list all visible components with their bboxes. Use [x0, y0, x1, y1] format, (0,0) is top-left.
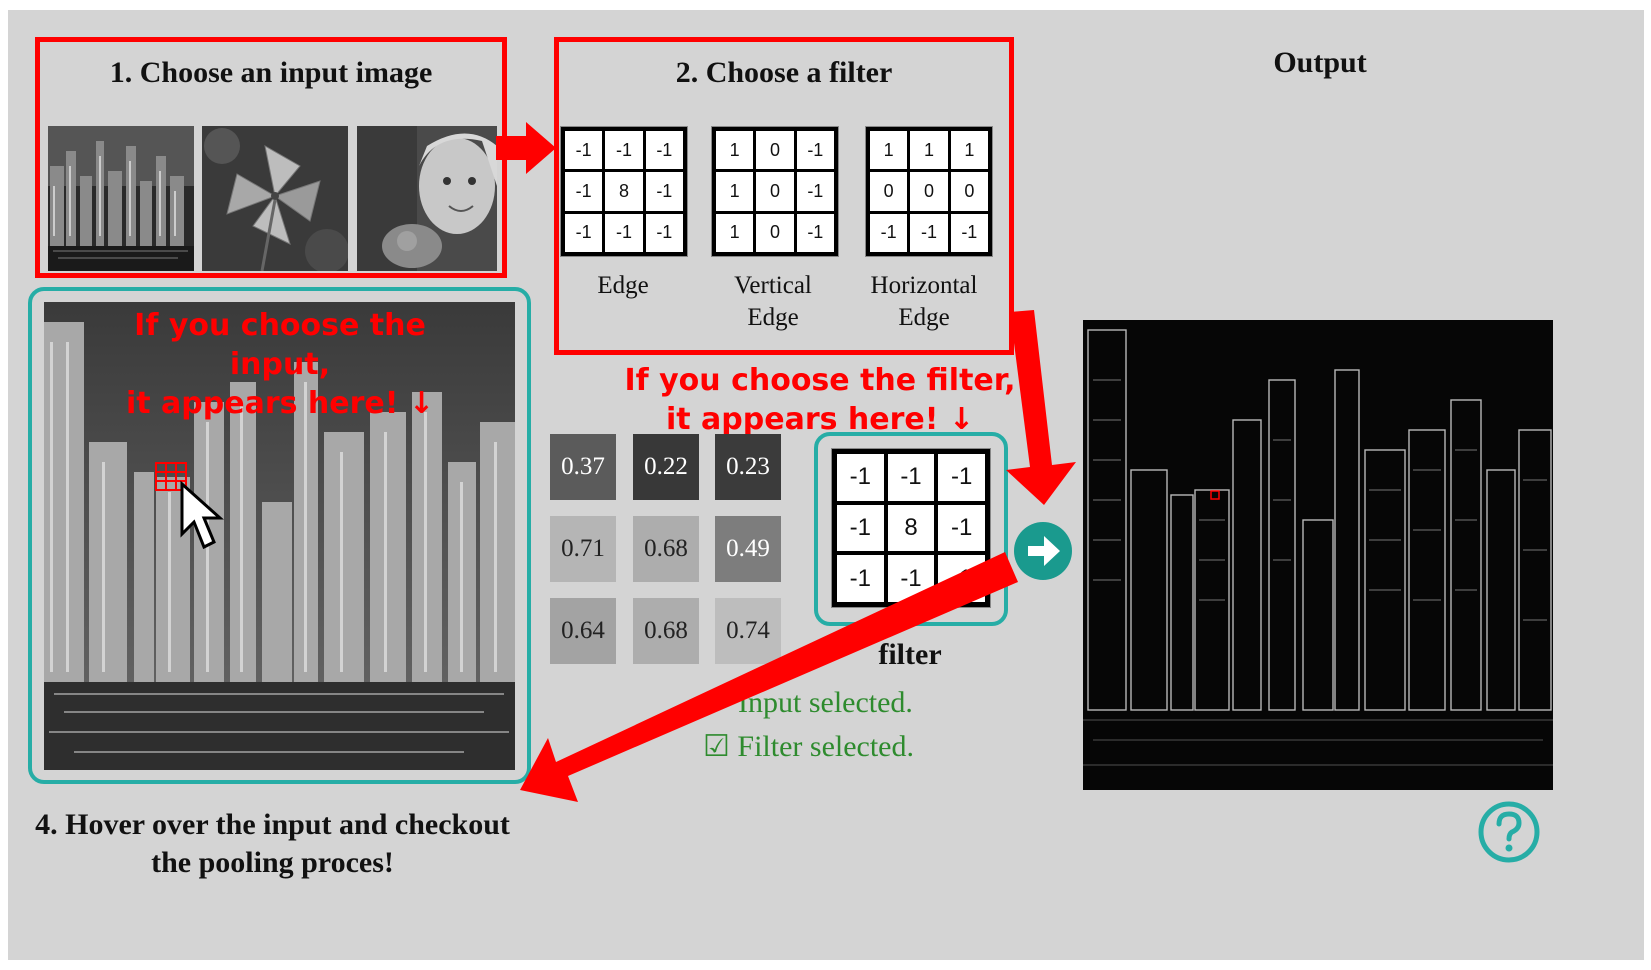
kernel-cell: 0: [756, 172, 794, 211]
kernel-cell: -1: [870, 213, 908, 252]
edge-output-icon: [1083, 320, 1553, 790]
question-mark-icon: [1478, 801, 1540, 863]
step1-title: 1. Choose an input image: [109, 56, 433, 89]
kernel-cell: 8: [605, 172, 643, 211]
filter-vertical-edge-button[interactable]: 1 0 -1 1 0 -1 1 0 -1: [711, 126, 839, 257]
kernel-cell: 0: [756, 131, 794, 170]
kernel-cell: -1: [910, 213, 948, 252]
kernel-cell: -1: [645, 213, 683, 252]
patch-cell: 0.22: [633, 434, 699, 500]
patch-cell: 0.49: [715, 516, 781, 582]
kernel-cell: 1: [870, 131, 908, 170]
filter-hint-text: If you choose the filter, it appears her…: [624, 363, 1016, 437]
kernel-cell: 0: [910, 172, 948, 211]
input-thumbnail-child[interactable]: [357, 126, 497, 271]
kernel-cell: -1: [645, 172, 683, 211]
patch-cell: 0.23: [715, 434, 781, 500]
kernel-cell: 0: [950, 172, 988, 211]
kernel-cell: -1: [950, 213, 988, 252]
kernel-cell: 0: [756, 213, 794, 252]
filter-vertical-edge-label: Vertical Edge: [734, 272, 812, 331]
filter-selected-status: ☑ Filter selected.: [703, 730, 914, 763]
kernel-cell: -1: [796, 172, 834, 211]
kernel-cell: 1: [716, 213, 754, 252]
kernel-cell: 1: [910, 131, 948, 170]
input-hint-text: If you choose the input, it appears here…: [125, 308, 435, 421]
kernel-cell: -1: [565, 131, 603, 170]
kernel-cell: -1: [796, 213, 834, 252]
output-image: [1083, 320, 1553, 790]
input-thumbnail-pinwheel[interactable]: [202, 126, 348, 271]
filter-horizontal-edge-label: Horizontal Edge: [870, 272, 978, 331]
kernel-cell: -1: [796, 131, 834, 170]
city-skyline-thumbnail-icon: [48, 126, 194, 271]
kernel-cell: 0: [870, 172, 908, 211]
kernel-cell: -1: [565, 172, 603, 211]
patch-cell: 0.68: [633, 598, 699, 664]
kernel-cell: -1: [837, 555, 884, 602]
kernel-cell: -1: [605, 213, 643, 252]
input-selected-status: Input selected.: [738, 686, 913, 719]
patch-cell: 0.74: [715, 598, 781, 664]
kernel-cell: -1: [938, 555, 985, 602]
kernel-cell: -1: [565, 213, 603, 252]
step4-title: 4. Hover over the input and checkout the…: [35, 808, 510, 879]
step-arrow-icon: [496, 122, 556, 174]
help-button[interactable]: [1477, 800, 1541, 864]
pinwheel-thumbnail-icon: [202, 126, 348, 271]
kernel-cell: -1: [887, 555, 935, 602]
patch-cell: 0.64: [550, 598, 616, 664]
kernel-cell: 1: [716, 131, 754, 170]
kernel-cell: -1: [938, 504, 985, 552]
selected-filter-label: filter: [878, 638, 942, 671]
kernel-cell: 1: [716, 172, 754, 211]
kernel-cell: -1: [605, 131, 643, 170]
patch-cell: 0.71: [550, 516, 616, 582]
patch-cell: 0.37: [550, 434, 616, 500]
kernel-cell: -1: [645, 131, 683, 170]
kernel-cell: 1: [950, 131, 988, 170]
patch-cell: 0.68: [633, 516, 699, 582]
filter-horizontal-edge-button[interactable]: 111 000 -1 -1 -1: [865, 126, 993, 257]
selected-filter-kernel: -1 -1 -1 -1 8 -1 -1 -1 -1: [831, 448, 991, 608]
arrow-right-icon: [1028, 536, 1060, 566]
kernel-cell: -1: [887, 454, 935, 501]
apply-filter-button[interactable]: [1014, 522, 1072, 580]
filter-edge-label: Edge: [597, 272, 649, 299]
kernel-cell: -1: [938, 454, 985, 501]
kernel-cell: -1: [837, 454, 884, 501]
filter-edge-button[interactable]: -1 -1 -1 -1 8 -1 -1 -1 -1: [560, 126, 688, 257]
child-portrait-thumbnail-icon: [357, 126, 497, 271]
kernel-cell: 8: [887, 504, 935, 552]
output-title: Output: [1273, 46, 1367, 79]
kernel-cell: -1: [837, 504, 884, 552]
step2-title: 2. Choose a filter: [675, 56, 893, 89]
input-thumbnail-city[interactable]: [48, 126, 194, 271]
